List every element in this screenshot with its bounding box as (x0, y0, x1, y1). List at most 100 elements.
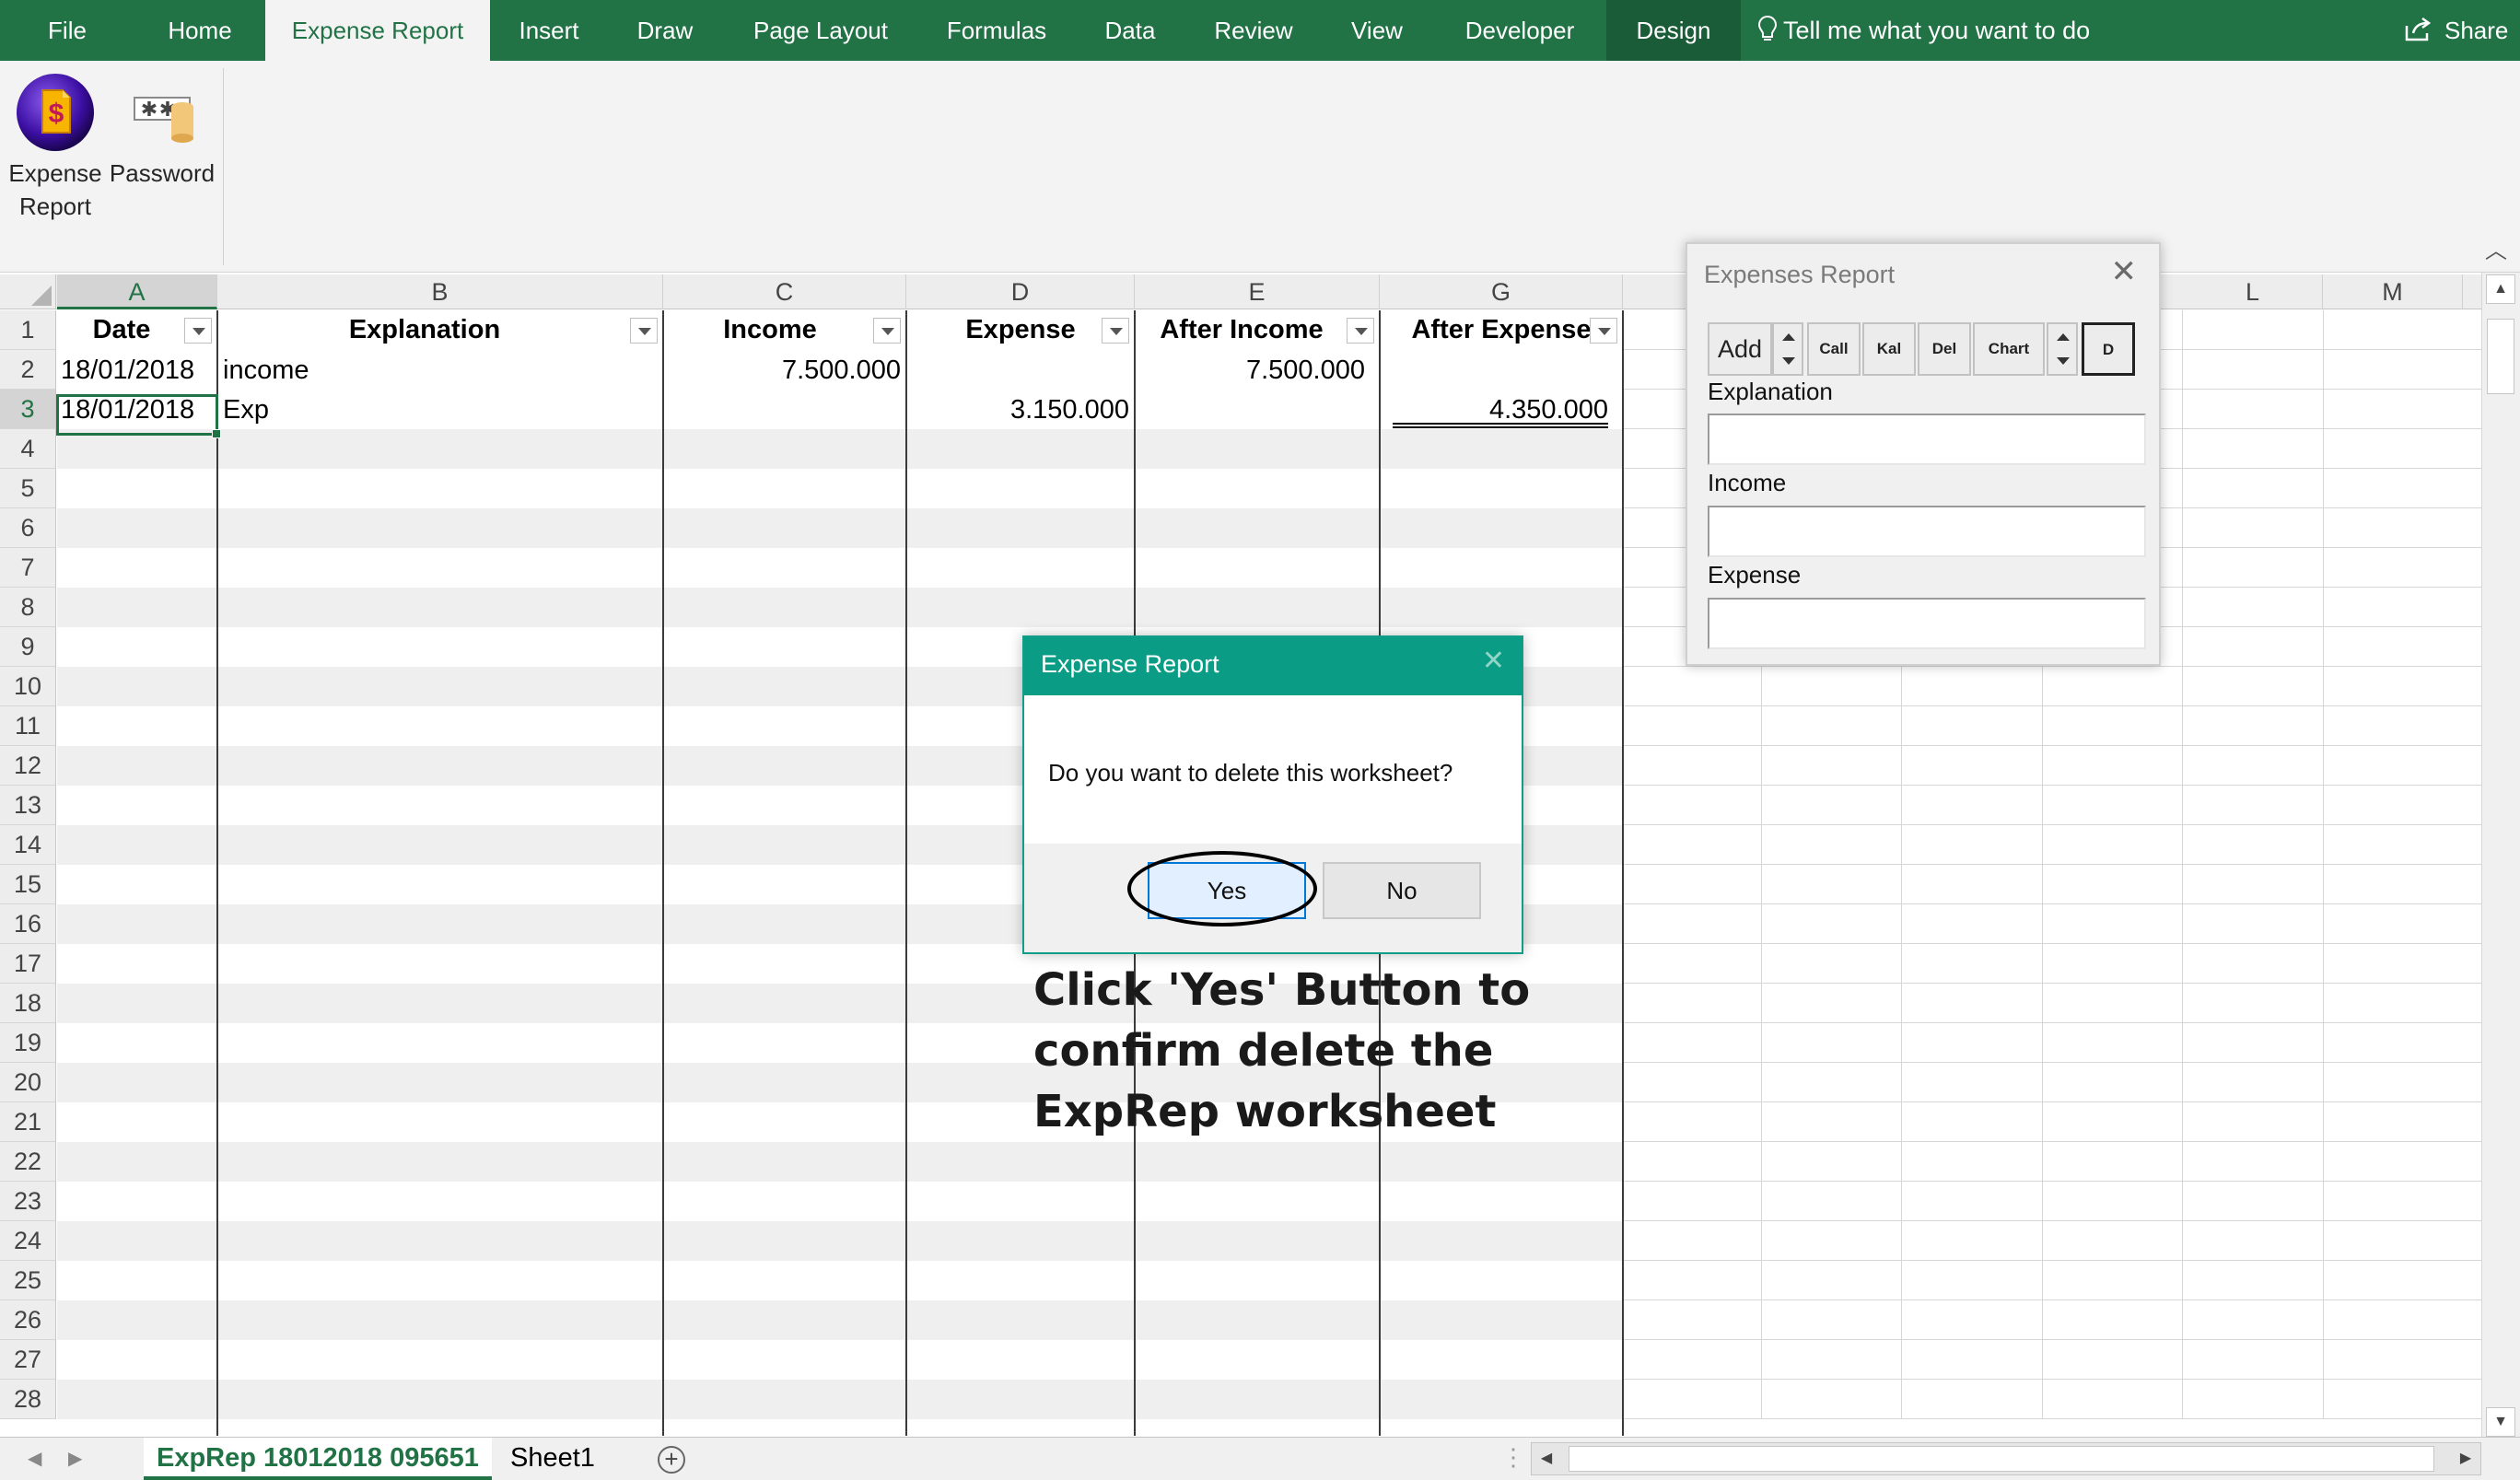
row-header[interactable]: 6 (0, 508, 56, 548)
header-date[interactable]: Date (57, 310, 186, 350)
row-header[interactable]: 8 (0, 588, 56, 627)
cell-explanation[interactable]: Exp (223, 390, 656, 430)
header-expense[interactable]: Expense (906, 310, 1135, 350)
row-header[interactable]: 18 (0, 984, 56, 1023)
column-header-c[interactable]: C (663, 274, 906, 309)
empty-cells[interactable] (1623, 1142, 2487, 1182)
header-explanation[interactable]: Explanation (217, 310, 632, 350)
tab-formulas[interactable]: Formulas (919, 0, 1074, 61)
column-header-a[interactable]: A (57, 274, 217, 309)
row-header[interactable]: 1 (0, 310, 56, 350)
scroll-down-arrow-icon[interactable]: ▼ (2486, 1407, 2515, 1437)
cell-after-income[interactable] (1135, 390, 1365, 430)
empty-cells[interactable] (1623, 1182, 2487, 1221)
chart-button[interactable]: Chart (1973, 322, 2045, 376)
vertical-scrollbar[interactable]: ▲ ▼ (2481, 273, 2520, 1439)
tab-review[interactable]: Review (1186, 0, 1321, 61)
no-button[interactable]: No (1323, 862, 1481, 919)
cell-expense[interactable] (906, 351, 1129, 390)
sheet-row[interactable]: 27 (0, 1340, 2487, 1380)
filter-dropdown-icon[interactable] (1347, 318, 1374, 344)
empty-cells[interactable] (1623, 944, 2487, 984)
empty-cells[interactable] (1623, 984, 2487, 1023)
row-header[interactable]: 20 (0, 1063, 56, 1102)
password-button[interactable]: ✱ ✱ Password (107, 68, 217, 190)
cell-date[interactable]: 18/01/2018 (61, 351, 216, 390)
select-all-corner[interactable] (0, 274, 56, 309)
tab-view[interactable]: View (1321, 0, 1433, 61)
empty-cells[interactable] (1623, 786, 2487, 825)
filter-dropdown-icon[interactable] (184, 318, 212, 344)
row-header[interactable]: 23 (0, 1182, 56, 1221)
vertical-scroll-thumb[interactable] (2487, 319, 2514, 394)
row-header[interactable]: 28 (0, 1380, 56, 1419)
header-after-income[interactable]: After Income (1135, 310, 1348, 350)
row-header[interactable]: 27 (0, 1340, 56, 1380)
sheet-row[interactable]: 23 (0, 1182, 2487, 1221)
tab-home[interactable]: Home (134, 0, 265, 61)
sheet-row[interactable]: 24 (0, 1221, 2487, 1261)
sheet-row[interactable]: 22 (0, 1142, 2487, 1182)
row-header[interactable]: 9 (0, 627, 56, 667)
horizontal-scroll-thumb[interactable] (1569, 1446, 2434, 1472)
scroll-right-arrow-icon[interactable]: ▶ (2453, 1446, 2479, 1472)
filter-dropdown-icon[interactable] (873, 318, 901, 344)
cell-after-expense[interactable] (1380, 351, 1608, 390)
tab-page-layout[interactable]: Page Layout (722, 0, 919, 61)
empty-cells[interactable] (1623, 825, 2487, 865)
header-after-expense[interactable]: After Expense (1380, 310, 1623, 350)
filter-dropdown-icon[interactable] (630, 318, 658, 344)
tab-file[interactable]: File (0, 0, 134, 61)
row-header[interactable]: 21 (0, 1102, 56, 1142)
row-header[interactable]: 22 (0, 1142, 56, 1182)
cell-expense[interactable]: 3.150.000 (906, 390, 1129, 430)
plus-circle-icon[interactable]: + (658, 1446, 685, 1474)
horizontal-scrollbar[interactable]: ◀ ▶ (1531, 1442, 2481, 1475)
row-header[interactable]: 3 (0, 390, 56, 429)
cell-income[interactable] (663, 390, 901, 430)
active-cell-selection[interactable] (56, 394, 221, 438)
column-header-b[interactable]: B (217, 274, 663, 309)
empty-cells[interactable] (1623, 1300, 2487, 1340)
header-income[interactable]: Income (663, 310, 877, 350)
empty-cells[interactable] (1623, 667, 2487, 706)
del-button[interactable]: Del (1918, 322, 1971, 376)
tab-insert[interactable]: Insert (490, 0, 608, 61)
sheet-tab-sheet1[interactable]: Sheet1 (497, 1438, 608, 1480)
empty-cells[interactable] (1623, 865, 2487, 904)
empty-cells[interactable] (1623, 706, 2487, 746)
cell-income[interactable]: 7.500.000 (663, 351, 901, 390)
row-header[interactable]: 12 (0, 746, 56, 786)
empty-cells[interactable] (1623, 904, 2487, 944)
row-header[interactable]: 24 (0, 1221, 56, 1261)
row-header[interactable]: 16 (0, 904, 56, 944)
scroll-up-arrow-icon[interactable]: ▲ (2486, 274, 2515, 304)
column-header-e[interactable]: E (1135, 274, 1380, 309)
row-header[interactable]: 7 (0, 548, 56, 588)
cell-explanation[interactable]: income (223, 351, 656, 390)
tab-design[interactable]: Design (1606, 0, 1741, 61)
empty-cells[interactable] (1623, 1261, 2487, 1300)
share-button[interactable]: Share (2404, 0, 2508, 61)
empty-cells[interactable] (1623, 1221, 2487, 1261)
spin-button[interactable] (2047, 322, 2078, 376)
tab-draw[interactable]: Draw (608, 0, 722, 61)
empty-cells[interactable] (1623, 1063, 2487, 1102)
d-button[interactable]: D (2082, 322, 2135, 376)
filter-dropdown-icon[interactable] (1590, 318, 1617, 344)
sheet-row[interactable]: 28 (0, 1380, 2487, 1419)
filter-dropdown-icon[interactable] (1102, 318, 1129, 344)
explanation-field[interactable] (1708, 414, 2146, 465)
row-header[interactable]: 10 (0, 667, 56, 706)
cell-after-income[interactable]: 7.500.000 (1135, 351, 1365, 390)
column-header-g[interactable]: G (1380, 274, 1623, 309)
row-header[interactable]: 13 (0, 786, 56, 825)
row-header[interactable]: 19 (0, 1023, 56, 1063)
tab-data[interactable]: Data (1074, 0, 1186, 61)
scroll-left-arrow-icon[interactable]: ◀ (1534, 1446, 1559, 1472)
add-button[interactable]: Add (1708, 322, 1772, 376)
row-header[interactable]: 26 (0, 1300, 56, 1340)
empty-cells[interactable] (1623, 1102, 2487, 1142)
close-icon[interactable]: ✕ (2111, 253, 2138, 290)
sheet-row[interactable]: 25 (0, 1261, 2487, 1300)
